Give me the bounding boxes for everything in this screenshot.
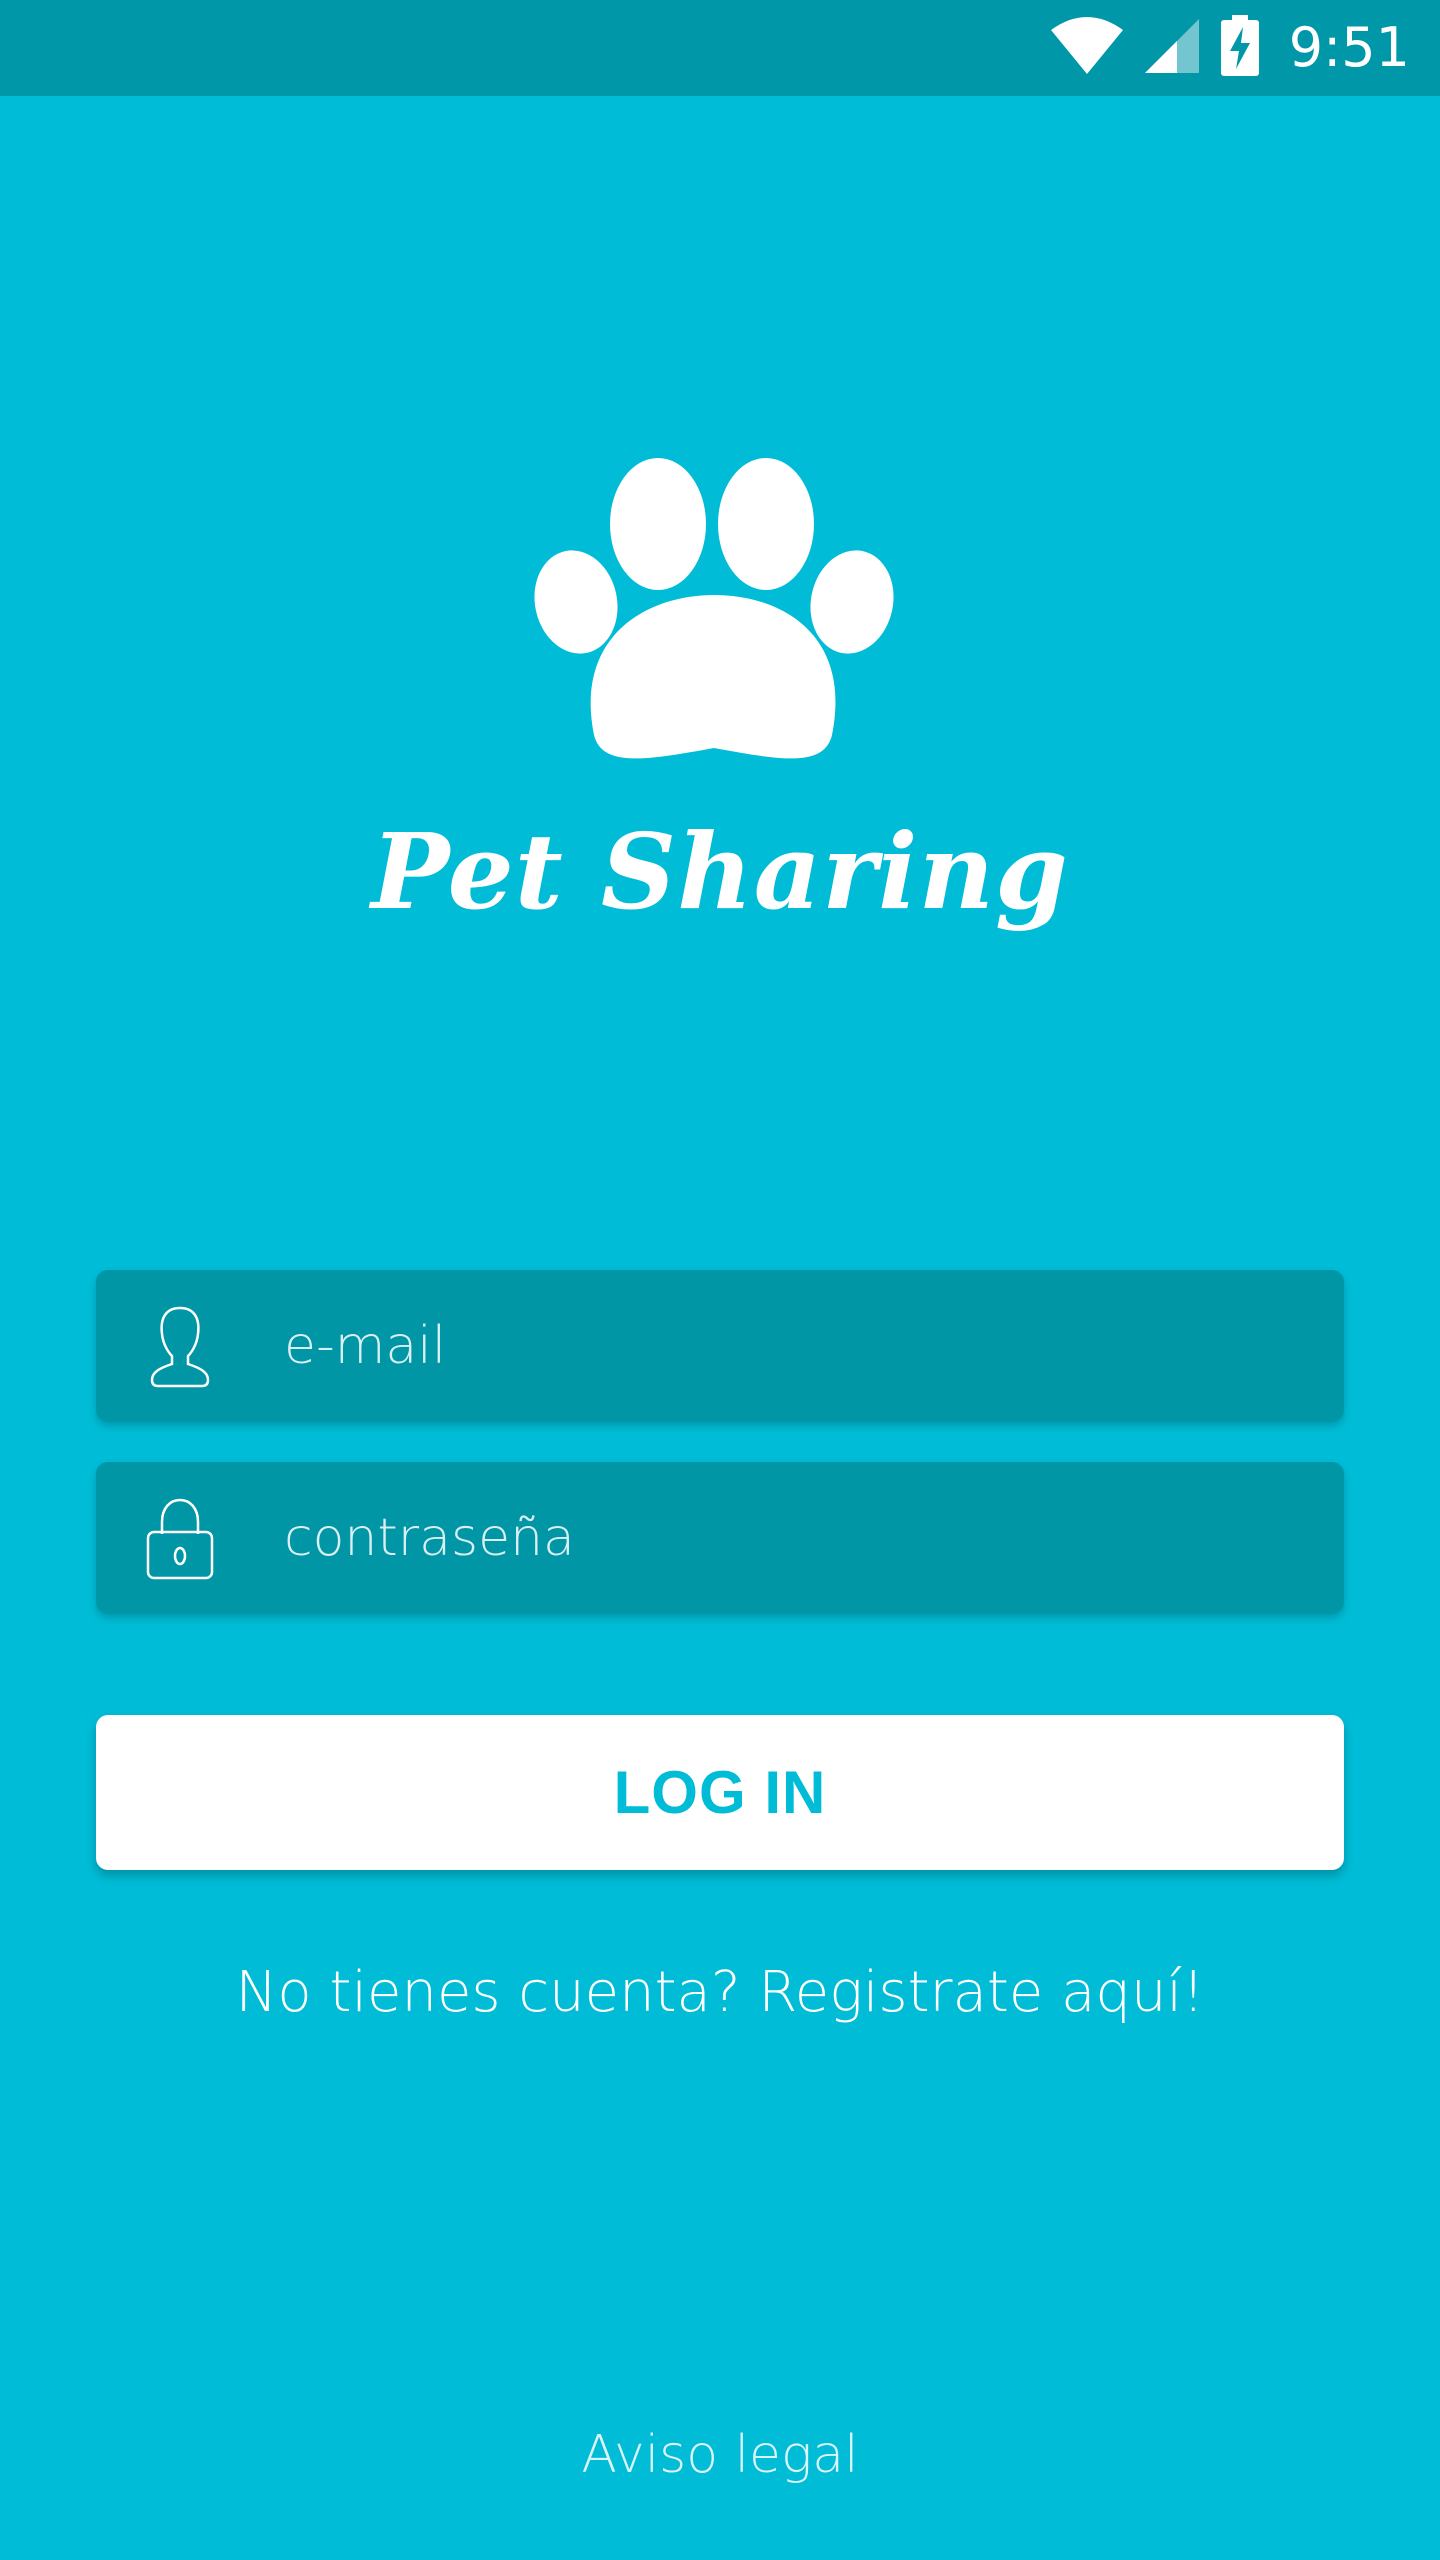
brand-name: Pet Sharing [371, 810, 1069, 933]
battery-charging-icon [1219, 15, 1261, 81]
status-icons: 9:51 [1049, 0, 1410, 96]
legal-link[interactable]: Aviso legal [0, 2425, 1440, 2485]
status-bar: 9:51 [0, 0, 1440, 96]
paw-icon [534, 458, 894, 759]
user-icon [138, 1304, 222, 1388]
wifi-icon [1049, 16, 1125, 80]
password-input[interactable] [284, 1462, 1284, 1614]
cell-signal-icon [1143, 17, 1201, 79]
logo [0, 450, 1440, 780]
password-field[interactable] [96, 1462, 1344, 1614]
status-time: 9:51 [1288, 16, 1410, 79]
lock-icon [138, 1496, 222, 1580]
register-link[interactable]: No tienes cuenta? Registrate aquí! [0, 1960, 1440, 2025]
email-field[interactable] [96, 1270, 1344, 1422]
login-button[interactable]: LOG IN [96, 1715, 1344, 1870]
email-input[interactable] [284, 1270, 1284, 1422]
